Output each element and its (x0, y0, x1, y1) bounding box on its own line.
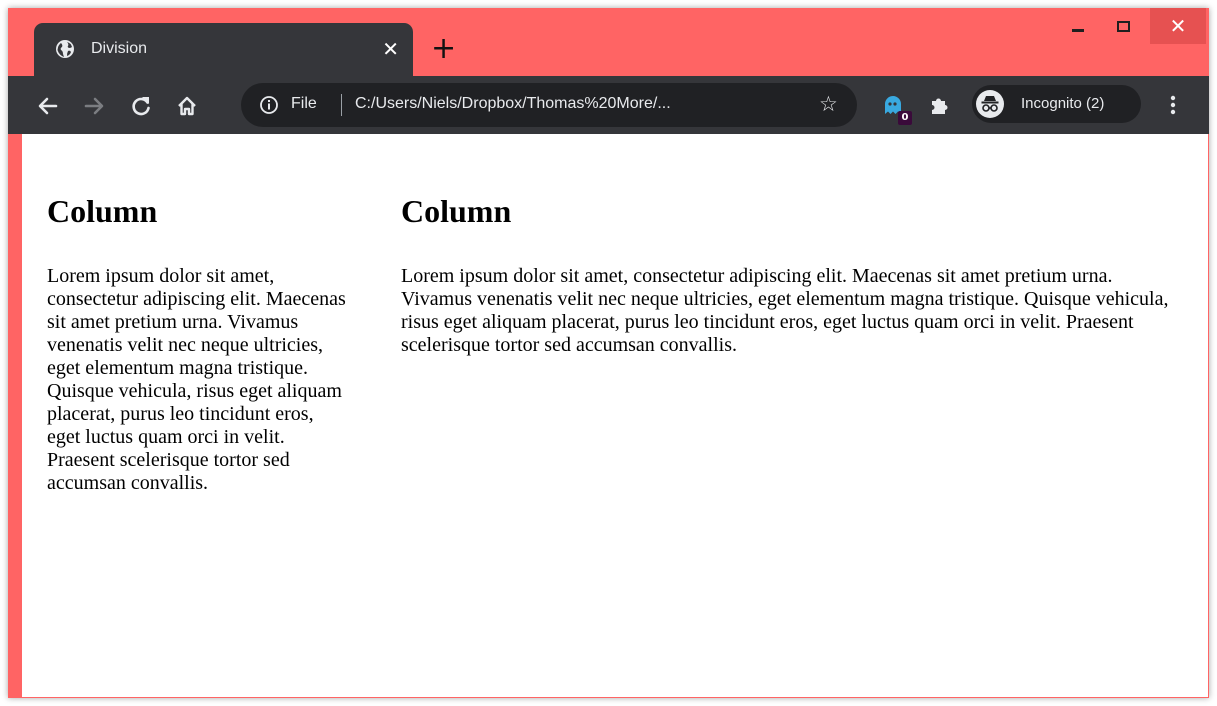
maximize-button[interactable] (1102, 8, 1144, 44)
incognito-icon (976, 90, 1004, 118)
omnibox-separator (341, 94, 342, 116)
left-column-text: Lorem ipsum dolor sit amet, consectetur … (47, 265, 346, 494)
right-column: Column Lorem ipsum dolor sit amet, conse… (401, 134, 1181, 357)
right-column-heading: Column (401, 193, 512, 229)
title-bar: Division ✕ + ✕ (8, 8, 1209, 77)
address-bar[interactable]: File C:/Users/Niels/Dropbox/Thomas%20Mor… (241, 83, 857, 127)
bookmark-star-icon[interactable]: ☆ (819, 94, 838, 115)
tab-title: Division (91, 40, 148, 57)
tab-division[interactable]: Division ✕ (34, 23, 413, 77)
browser-window: Division ✕ + ✕ File C:/Users/Niels/Dropb… (8, 8, 1209, 698)
new-tab-button[interactable]: + (431, 34, 456, 64)
incognito-profile-button[interactable]: Incognito (2) (972, 85, 1141, 123)
extension-badge: 0 (898, 111, 912, 125)
home-icon[interactable] (176, 95, 198, 117)
close-window-button[interactable]: ✕ (1150, 8, 1206, 44)
minimize-button[interactable] (1057, 8, 1099, 44)
globe-icon (56, 40, 74, 58)
forward-arrow-icon[interactable] (83, 95, 105, 117)
left-column: Column Lorem ipsum dolor sit amet, conse… (47, 134, 347, 495)
incognito-label: Incognito (2) (1021, 95, 1105, 112)
tab-close-icon[interactable]: ✕ (382, 37, 399, 61)
maximize-icon (1116, 20, 1130, 32)
right-column-text: Lorem ipsum dolor sit amet, consectetur … (401, 265, 1169, 356)
back-arrow-icon[interactable] (37, 95, 59, 117)
url-text[interactable]: C:/Users/Niels/Dropbox/Thomas%20More/... (355, 95, 671, 113)
more-menu-icon[interactable] (1161, 93, 1185, 117)
close-icon: ✕ (1169, 14, 1187, 38)
toolbar: File C:/Users/Niels/Dropbox/Thomas%20Mor… (8, 76, 1209, 134)
left-column-heading: Column (47, 193, 158, 229)
page-viewport: Column Lorem ipsum dolor sit amet, conse… (22, 134, 1208, 697)
security-label: File (291, 95, 317, 112)
minimize-icon (1072, 28, 1084, 32)
reload-icon[interactable] (130, 95, 152, 117)
extensions-puzzle-icon[interactable] (928, 94, 950, 116)
info-icon[interactable] (259, 95, 279, 115)
